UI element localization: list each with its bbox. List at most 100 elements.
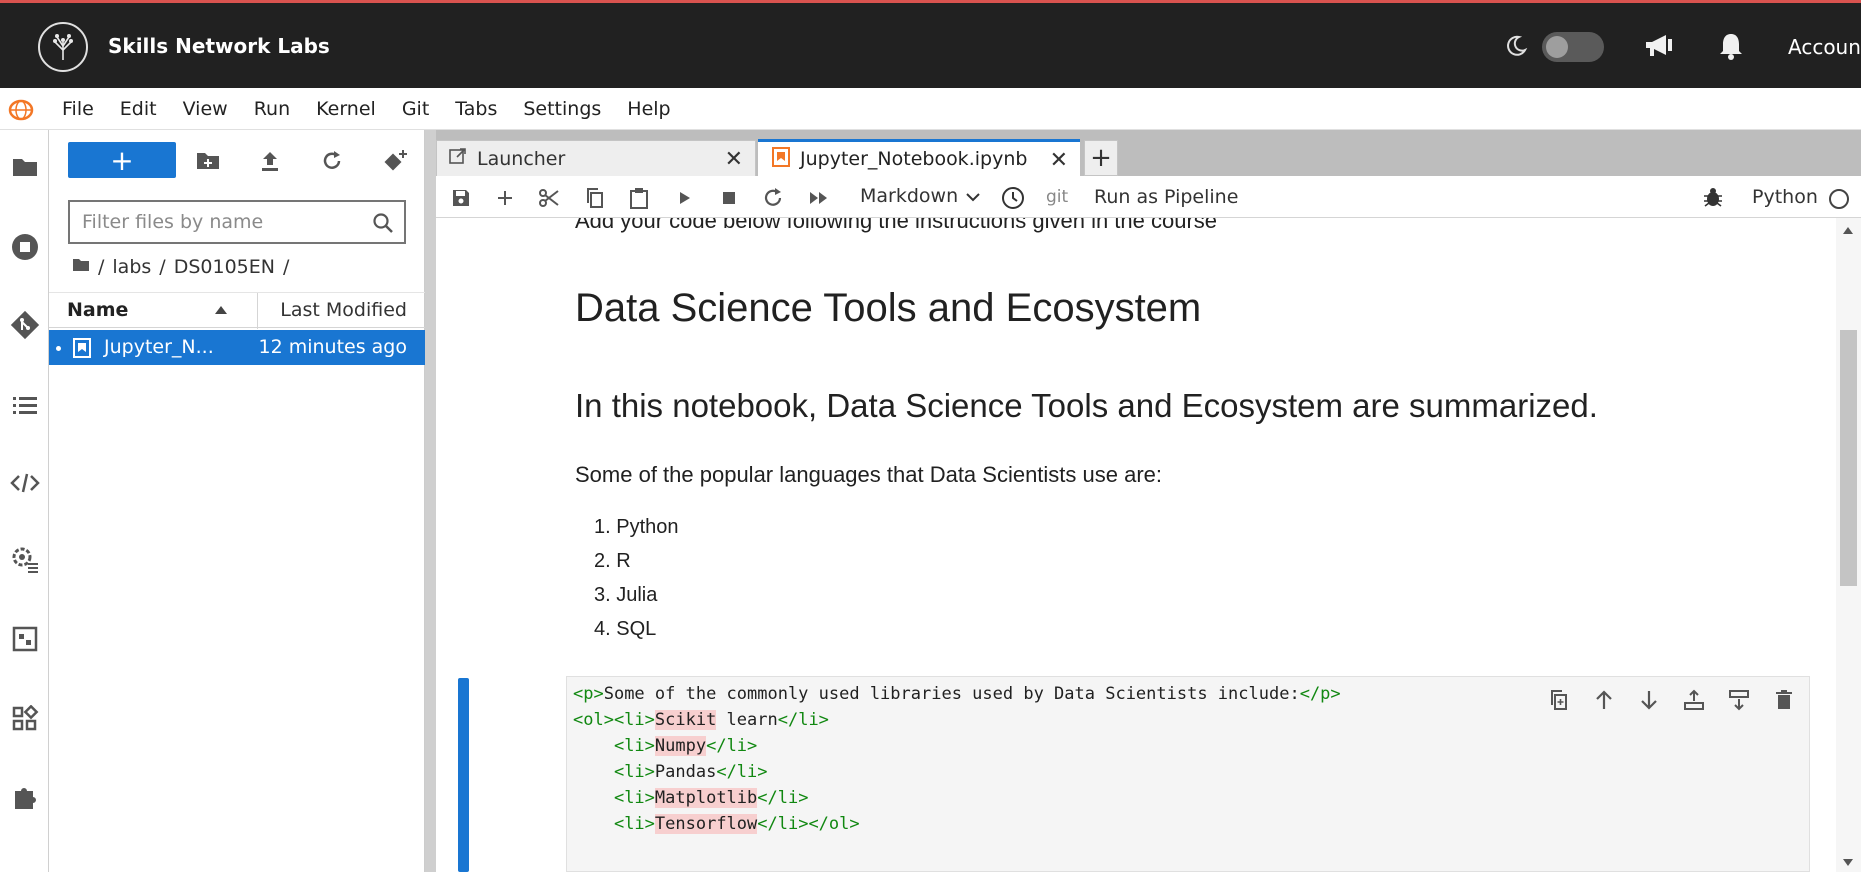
upload-icon[interactable] — [255, 146, 285, 176]
cell-type-value: Markdown — [860, 185, 959, 207]
tab-notebook[interactable]: Jupyter_Notebook.ipynb ✕ — [758, 139, 1080, 176]
megaphone-icon[interactable] — [1644, 33, 1674, 63]
menu-file[interactable]: File — [62, 98, 107, 120]
account-menu[interactable]: Account — [1788, 35, 1861, 59]
breadcrumb-ds0105en[interactable]: DS0105EN — [174, 256, 275, 278]
tab-label: Launcher — [477, 147, 566, 170]
left-activity-bar — [0, 130, 49, 872]
notebook-file-icon — [73, 338, 91, 362]
home-folder-icon[interactable] — [72, 256, 90, 278]
code-line: <li>Tensorflow</li></ol> — [613, 814, 860, 834]
property-inspector-icon[interactable] — [10, 544, 40, 574]
new-launcher-button[interactable]: + — [68, 142, 176, 178]
paste-icon[interactable] — [626, 185, 652, 211]
file-name: Jupyter_N... — [104, 336, 214, 358]
notebook-heading-1: Data Science Tools and Ecosystem — [575, 286, 1202, 330]
move-cell-down-icon[interactable] — [1636, 687, 1662, 713]
extensions-grid-icon[interactable] — [10, 704, 40, 734]
refresh-icon[interactable] — [317, 146, 347, 176]
breadcrumb-sep: / — [98, 256, 105, 278]
code-line: <li>Matplotlib</li> — [613, 788, 809, 808]
add-tab-button[interactable]: + — [1084, 140, 1118, 176]
scrollbar-thumb[interactable] — [1840, 330, 1857, 586]
notebook-heading-2: In this notebook, Data Science Tools and… — [575, 387, 1598, 424]
elyra-pipeline-icon[interactable] — [10, 624, 40, 654]
folder-icon[interactable] — [10, 152, 40, 182]
restart-kernel-icon[interactable] — [760, 185, 786, 211]
new-folder-icon[interactable] — [193, 146, 223, 176]
launcher-icon — [449, 147, 467, 170]
copy-icon[interactable] — [582, 185, 608, 211]
cell-type-dropdown[interactable]: Markdown — [860, 185, 980, 207]
languages-list: 1. Python 2. R 3. Julia 4. SQL — [594, 516, 679, 652]
dark-mode-toggle[interactable] — [1542, 32, 1604, 62]
run-as-pipeline-button[interactable]: Run as Pipeline — [1094, 186, 1238, 208]
run-all-icon[interactable] — [806, 185, 832, 211]
move-cell-up-icon[interactable] — [1591, 687, 1617, 713]
git-diff-button[interactable]: git — [1046, 187, 1068, 207]
cut-icon[interactable] — [536, 185, 562, 211]
column-divider[interactable] — [257, 293, 258, 329]
document-tab-bar: Launcher ✕ Jupyter_Notebook.ipynb ✕ + — [436, 130, 1861, 176]
delete-cell-icon[interactable] — [1771, 687, 1797, 713]
breadcrumb: / labs / DS0105EN / — [72, 252, 289, 282]
top-header: Skills Network Labs Account — [0, 0, 1861, 88]
git-clone-icon[interactable] — [381, 146, 411, 176]
menu-tabs[interactable]: Tabs — [455, 98, 510, 120]
filter-files-field — [68, 200, 406, 244]
run-cell-icon[interactable] — [672, 185, 698, 211]
menu-kernel[interactable]: Kernel — [316, 98, 389, 120]
tab-launcher[interactable]: Launcher ✕ — [436, 140, 756, 176]
column-name-header[interactable]: Name — [67, 299, 128, 321]
brand-title: Skills Network Labs — [108, 34, 330, 58]
panel-splitter[interactable] — [425, 130, 436, 872]
file-browser-panel: + / labs / DS0105EN / Name Last Modified — [49, 130, 425, 872]
list-item: 3. Julia — [594, 584, 658, 606]
menu-run[interactable]: Run — [254, 98, 303, 120]
breadcrumb-sep: / — [159, 256, 166, 278]
file-list-item[interactable]: Jupyter_N... 12 minutes ago — [49, 330, 425, 365]
scroll-up-arrow-icon[interactable] — [1843, 227, 1853, 234]
jupyter-logo-icon — [8, 98, 34, 126]
file-list-header: Name Last Modified — [49, 292, 425, 329]
duplicate-cell-icon[interactable] — [1546, 687, 1572, 713]
code-snippets-icon[interactable] — [10, 468, 40, 498]
notebook-scrollbar[interactable] — [1836, 218, 1861, 872]
menu-view[interactable]: View — [183, 98, 241, 120]
toggle-knob — [1546, 36, 1568, 58]
menu-settings[interactable]: Settings — [523, 98, 614, 120]
kernel-name[interactable]: Python — [1752, 186, 1818, 208]
extension-manager-icon[interactable] — [10, 782, 40, 812]
scroll-down-arrow-icon[interactable] — [1843, 859, 1853, 866]
close-icon[interactable]: ✕ — [725, 147, 743, 172]
breadcrumb-labs[interactable]: labs — [112, 256, 151, 278]
close-icon[interactable]: ✕ — [1050, 148, 1068, 173]
code-line: <li>Pandas</li> — [613, 762, 768, 782]
debugger-bug-icon[interactable] — [1702, 186, 1724, 212]
interrupt-kernel-icon[interactable] — [716, 185, 742, 211]
sort-ascending-icon[interactable] — [215, 306, 227, 314]
git-icon[interactable] — [10, 310, 40, 340]
menu-git[interactable]: Git — [402, 98, 442, 120]
clock-icon[interactable] — [1000, 185, 1026, 211]
save-icon[interactable] — [448, 185, 474, 211]
markdown-cell-editor[interactable]: <p>Some of the commonly used libraries u… — [566, 676, 1810, 872]
menu-edit[interactable]: Edit — [120, 98, 170, 120]
main-menu: File Edit View Run Kernel Git Tabs Setti… — [62, 88, 697, 130]
menu-bar: File Edit View Run Kernel Git Tabs Setti… — [0, 88, 1861, 130]
insert-cell-above-icon[interactable] — [1681, 687, 1707, 713]
search-icon — [372, 212, 394, 238]
menu-help[interactable]: Help — [627, 98, 683, 120]
skills-network-logo-icon[interactable] — [38, 22, 88, 72]
running-sessions-icon[interactable] — [10, 232, 40, 262]
list-item: 4. SQL — [594, 618, 657, 640]
column-modified-header[interactable]: Last Modified — [280, 299, 407, 321]
filter-files-input[interactable] — [70, 202, 360, 242]
kernel-status-icon — [1829, 189, 1849, 209]
insert-cell-icon[interactable] — [492, 185, 518, 211]
table-of-contents-icon[interactable] — [10, 390, 40, 420]
active-cell-indicator[interactable] — [458, 678, 469, 872]
insert-cell-below-icon[interactable] — [1726, 687, 1752, 713]
running-indicator — [56, 346, 61, 351]
bell-icon[interactable] — [1718, 32, 1744, 64]
